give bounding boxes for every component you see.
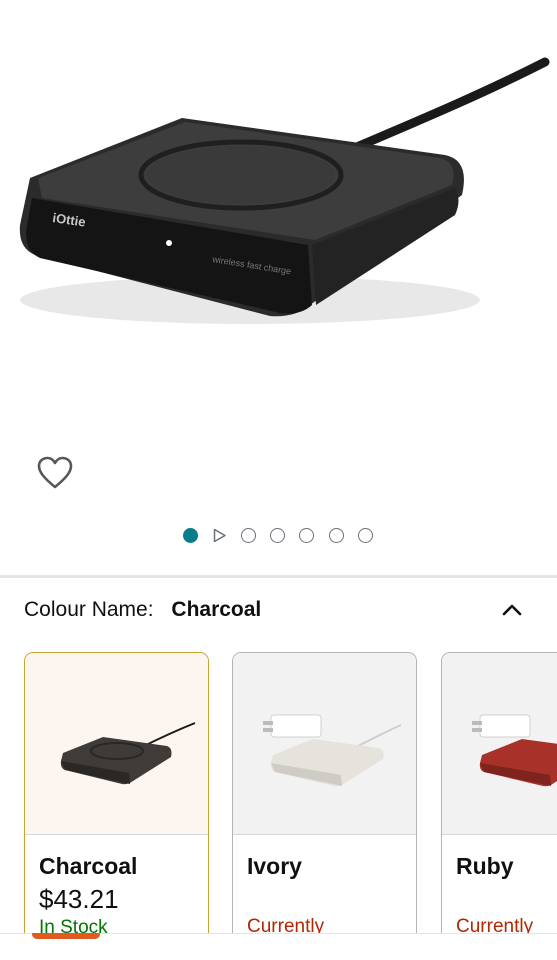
swatch-name: Ivory xyxy=(247,853,302,879)
charging-pad-illustration: iOttie wireless fast charge xyxy=(19,57,550,324)
colour-label: Colour Name: xyxy=(24,598,154,621)
swatch-name: Charcoal xyxy=(39,853,138,879)
wishlist-heart-icon[interactable] xyxy=(36,455,74,491)
swatch-card-charcoal[interactable]: Charcoal $43.21 In Stock xyxy=(24,652,209,942)
play-triangle-icon[interactable] xyxy=(212,528,227,543)
section-divider xyxy=(0,575,557,578)
gallery-dot-4[interactable] xyxy=(270,528,285,543)
gallery-dot-6[interactable] xyxy=(329,528,344,543)
gallery-pagination xyxy=(0,528,557,544)
swatch-card-ruby[interactable]: Ruby Currently xyxy=(441,652,557,942)
swatch-price: $43.21 xyxy=(39,884,119,914)
colour-swatch-list: Charcoal $43.21 In Stock Ivory Currently xyxy=(0,652,557,942)
swatch-image-ruby xyxy=(442,653,557,835)
product-image[interactable]: iOttie wireless fast charge xyxy=(0,0,557,440)
swatch-stock-status: Currently xyxy=(247,916,325,937)
gallery-dot-5[interactable] xyxy=(299,528,314,543)
gallery-dot-7[interactable] xyxy=(358,528,373,543)
gallery-dot-1[interactable] xyxy=(183,528,198,543)
bottom-active-indicator xyxy=(32,933,100,939)
chevron-up-icon[interactable] xyxy=(500,598,524,622)
swatch-stock-status: Currently xyxy=(456,916,534,937)
swatch-image-charcoal xyxy=(25,653,208,835)
colour-selected-value: Charcoal xyxy=(171,598,262,621)
gallery-dot-3[interactable] xyxy=(241,528,256,543)
swatch-card-ivory[interactable]: Ivory Currently xyxy=(232,652,417,942)
swatch-image-ivory xyxy=(233,653,416,835)
colour-selector-header[interactable]: Colour Name: Charcoal xyxy=(24,598,534,630)
swatch-name: Ruby xyxy=(456,853,514,879)
